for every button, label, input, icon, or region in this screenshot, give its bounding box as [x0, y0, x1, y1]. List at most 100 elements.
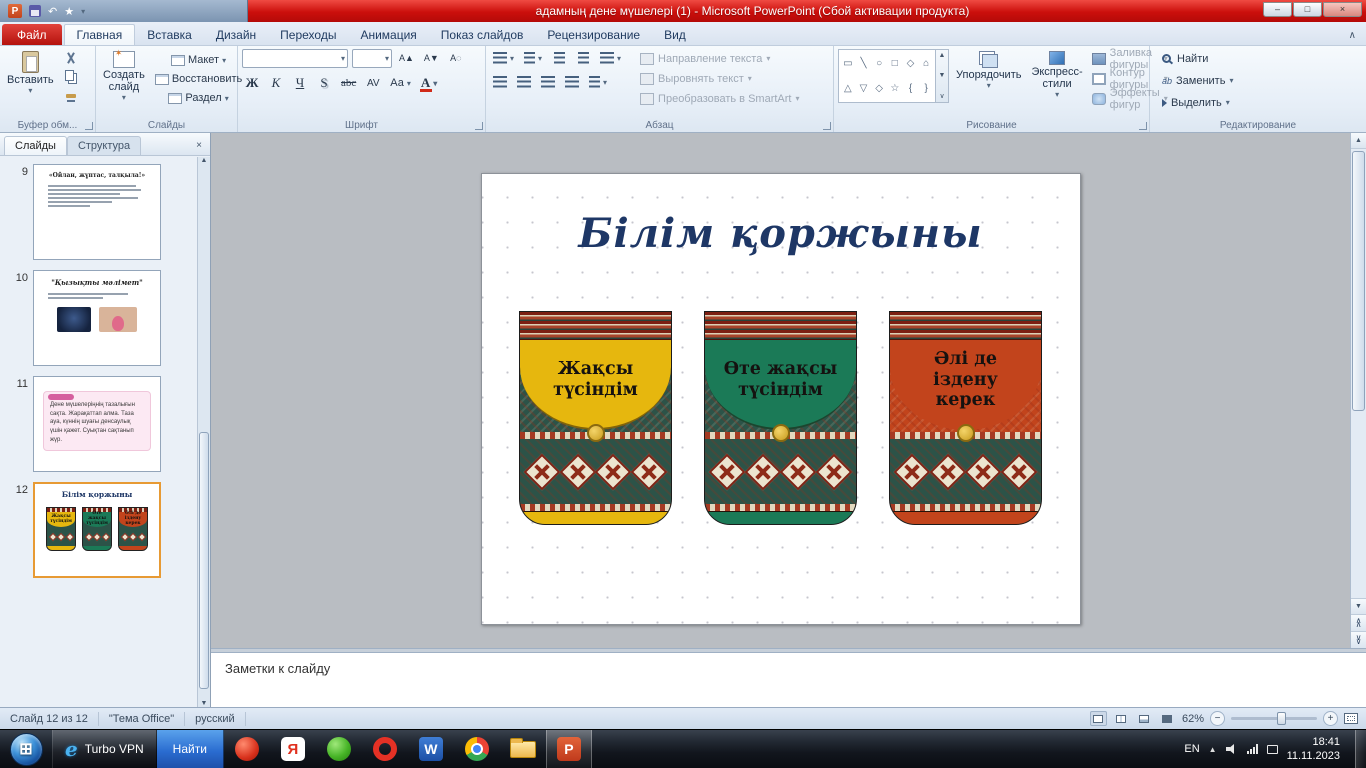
tab-home[interactable]: Главная [64, 24, 136, 45]
line-spacing-button[interactable]: ▾ [597, 49, 624, 67]
tab-view[interactable]: Вид [652, 24, 698, 45]
slide-thumbnail-11[interactable]: 11 Дене мүшелеріңнің тазалығын сақта. Жа… [6, 376, 210, 472]
action-center-icon[interactable] [1267, 745, 1278, 754]
slide-canvas[interactable]: Білім қоржыны Жақсы түсіндім [211, 133, 1350, 648]
decrease-indent-button[interactable] [549, 49, 569, 67]
powerpoint-taskbar-icon[interactable]: P [546, 730, 592, 768]
tab-design[interactable]: Дизайн [204, 24, 268, 45]
turbo-vpn-taskbar-button[interactable]: e Turbo VPN [52, 730, 157, 768]
shape-icon[interactable]: □ [888, 58, 902, 70]
shape-icon[interactable]: ╲ [856, 58, 870, 70]
slideshow-view-button[interactable] [1159, 711, 1176, 726]
align-text-button[interactable]: Выровнять текст▾ [638, 69, 801, 88]
previous-slide-button[interactable]: ∧∧ [1351, 614, 1366, 631]
zoom-in-button[interactable]: + [1323, 711, 1338, 726]
shape-icon[interactable]: ◇ [872, 83, 886, 95]
word-taskbar-icon[interactable]: W [408, 730, 454, 768]
shape-icon[interactable]: { [903, 83, 917, 95]
scrollbar-thumb[interactable] [199, 432, 209, 689]
bold-button[interactable]: Ж [242, 74, 262, 92]
undo-icon[interactable]: ↶ [48, 5, 57, 18]
columns-button[interactable]: ▾ [586, 73, 610, 91]
save-icon[interactable] [29, 5, 41, 17]
scroll-up-icon[interactable]: ▲ [1351, 133, 1366, 149]
language-indicator[interactable]: EN [1184, 743, 1199, 755]
tab-outline-panel[interactable]: Структура [67, 136, 141, 155]
change-case-button[interactable]: Аа▾ [387, 74, 414, 92]
zoom-slider[interactable] [1231, 717, 1317, 720]
align-left-button[interactable] [490, 73, 510, 91]
tab-transitions[interactable]: Переходы [268, 24, 348, 45]
tab-review[interactable]: Рецензирование [535, 24, 652, 45]
font-name-combobox[interactable]: ▾ [242, 49, 348, 68]
slide-sorter-view-button[interactable] [1113, 711, 1130, 726]
shape-icon[interactable]: ◇ [903, 58, 917, 70]
character-spacing-button[interactable]: AV [363, 74, 383, 92]
format-painter-button[interactable] [61, 87, 81, 105]
zoom-out-button[interactable]: − [1210, 711, 1225, 726]
increase-indent-button[interactable] [573, 49, 593, 67]
slide-thumbnail-10[interactable]: 10 "Қызықты мәлімет" [6, 270, 210, 366]
theme-status[interactable]: "Тема Office" [99, 712, 185, 726]
slides-panel-scrollbar[interactable]: ▲ ▼ [197, 157, 210, 707]
select-button[interactable]: Выделить▾ [1160, 93, 1362, 112]
replace-button[interactable]: ab Заменить▾ [1160, 71, 1362, 90]
font-dialog-launcher[interactable] [475, 122, 483, 130]
green-app-taskbar-icon[interactable] [316, 730, 362, 768]
tab-insert[interactable]: Вставка [135, 24, 204, 45]
shape-icon[interactable]: ▽ [856, 83, 870, 95]
tab-animation[interactable]: Анимация [348, 24, 428, 45]
normal-view-button[interactable] [1090, 711, 1107, 726]
red-app-taskbar-icon[interactable] [224, 730, 270, 768]
language-status[interactable]: русский [185, 712, 245, 726]
reset-button[interactable]: Восстановить [152, 70, 245, 88]
zoom-slider-thumb[interactable] [1277, 712, 1286, 725]
gallery-down-icon[interactable]: ▼ [939, 72, 946, 79]
quick-styles-button[interactable]: Экспресс-стили ▾ [1028, 49, 1085, 102]
bag-green[interactable]: Өте жақсы түсіндім [704, 311, 857, 525]
underline-button[interactable]: Ч [290, 74, 310, 92]
clear-formatting-button[interactable]: А◌ [446, 49, 466, 67]
shapes-gallery[interactable]: ▭╲○□◇⌂△▽◇☆{} [838, 49, 936, 103]
paste-button[interactable]: Вставить ▾ [4, 49, 57, 98]
close-panel-icon[interactable]: × [188, 140, 210, 155]
font-size-combobox[interactable]: ▾ [352, 49, 392, 68]
reading-view-button[interactable] [1136, 711, 1153, 726]
canvas-scrollbar[interactable]: ▲ ▼ ∧∧ ∨∨ [1350, 133, 1366, 648]
minimize-ribbon-icon[interactable]: ∧ [1339, 30, 1366, 45]
gallery-more-icon[interactable]: ∨ [939, 92, 944, 100]
drawing-dialog-launcher[interactable] [1139, 122, 1147, 130]
slide-12[interactable]: Білім қоржыны Жақсы түсіндім [481, 173, 1081, 625]
grow-font-button[interactable]: А▲ [396, 49, 417, 67]
scrollbar-thumb[interactable] [1352, 151, 1365, 411]
shape-icon[interactable]: ⌂ [919, 58, 933, 70]
gallery-up-icon[interactable]: ▲ [939, 52, 946, 59]
chrome-taskbar-icon[interactable] [454, 730, 500, 768]
copy-button[interactable] [61, 68, 81, 86]
find-taskbar-button[interactable]: Найти [157, 730, 224, 768]
align-center-button[interactable] [514, 73, 534, 91]
network-icon[interactable] [1247, 744, 1258, 754]
shape-icon[interactable]: ▭ [841, 58, 855, 70]
italic-button[interactable]: К [266, 74, 286, 92]
text-direction-button[interactable]: Направление текста▾ [638, 49, 801, 68]
section-button[interactable]: Раздел▾ [152, 89, 245, 107]
volume-icon[interactable] [1226, 744, 1238, 754]
tab-slides-panel[interactable]: Слайды [4, 136, 67, 155]
close-button[interactable]: × [1323, 2, 1362, 17]
slide-thumbnail-12[interactable]: 12 Білім қоржыны Жақсы түсіндім Өте жақс… [6, 482, 210, 578]
maximize-button[interactable]: □ [1293, 2, 1322, 17]
bullets-button[interactable]: ▾ [490, 49, 517, 67]
zoom-level[interactable]: 62% [1182, 713, 1204, 725]
find-button[interactable]: Найти [1160, 49, 1362, 68]
opera-taskbar-icon[interactable] [362, 730, 408, 768]
shape-icon[interactable]: } [919, 83, 933, 95]
scroll-down-icon[interactable]: ▼ [1351, 598, 1366, 614]
text-shadow-button[interactable]: S [314, 74, 334, 92]
yandex-taskbar-icon[interactable]: Я [270, 730, 316, 768]
fit-slide-to-window-button[interactable] [1344, 713, 1358, 724]
start-button[interactable]: ⊞ [10, 733, 43, 766]
star-icon[interactable]: ★ [64, 5, 74, 18]
minimize-button[interactable]: – [1263, 2, 1292, 17]
numbering-button[interactable]: ▾ [521, 49, 545, 67]
